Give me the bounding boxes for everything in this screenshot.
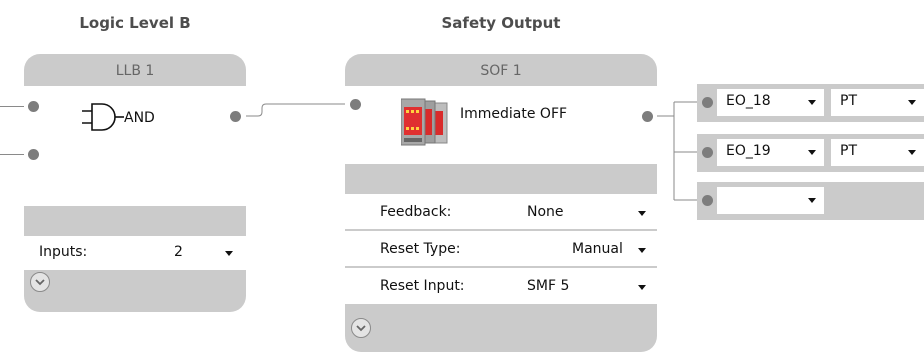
output-select-3[interactable] xyxy=(717,187,824,214)
output-row-1[interactable]: EO_18 PT xyxy=(697,84,924,122)
sof-body xyxy=(345,86,657,164)
dropdown-caret-icon[interactable] xyxy=(908,150,916,155)
safety-relay-icon xyxy=(401,98,448,146)
llb-title: LLB 1 xyxy=(115,63,155,79)
connection-wire-llb-sof xyxy=(240,103,355,117)
output-port-3[interactable] xyxy=(702,195,713,206)
sof-output-port[interactable] xyxy=(642,111,653,122)
logic-level-heading: Logic Level B xyxy=(79,14,191,32)
type-select-2[interactable]: PT xyxy=(831,139,924,166)
and-gate-icon xyxy=(82,103,124,131)
param-label: Reset Input: xyxy=(380,278,465,294)
dropdown-caret-icon[interactable] xyxy=(638,248,646,253)
param-value: SMF 5 xyxy=(527,278,570,294)
output-select-2[interactable]: EO_19 xyxy=(717,139,824,166)
dropdown-caret-icon[interactable] xyxy=(808,100,816,105)
sof-title: SOF 1 xyxy=(480,63,522,79)
type-select-1[interactable]: PT xyxy=(831,89,924,116)
param-label: Reset Type: xyxy=(380,241,461,257)
safety-output-heading: Safety Output xyxy=(441,14,561,32)
sof-param-reset-type[interactable]: Reset Type: Manual xyxy=(345,231,657,267)
dropdown-caret-icon[interactable] xyxy=(638,285,646,290)
llb-input-port-2[interactable] xyxy=(28,149,39,160)
dropdown-caret-icon[interactable] xyxy=(808,198,816,203)
sof-param-reset-input[interactable]: Reset Input: SMF 5 xyxy=(345,268,657,304)
llb-body xyxy=(24,86,246,206)
output-row-2[interactable]: EO_19 PT xyxy=(697,134,924,172)
sof-input-port[interactable] xyxy=(350,99,361,110)
param-value: Manual xyxy=(572,241,623,257)
output-value: EO_18 xyxy=(726,93,771,109)
inputs-label: Inputs: xyxy=(39,244,88,260)
param-label: Feedback: xyxy=(380,204,452,220)
dropdown-caret-icon[interactable] xyxy=(808,150,816,155)
output-row-3[interactable] xyxy=(697,182,924,220)
inputs-value: 2 xyxy=(174,244,183,260)
llb-block[interactable]: LLB 1 Inputs: 2 xyxy=(24,54,246,312)
dropdown-caret-icon[interactable] xyxy=(638,211,646,216)
sof-block[interactable]: SOF 1 Feedback: None Reset Type: Manual … xyxy=(345,54,657,352)
param-value: None xyxy=(527,204,564,220)
dropdown-caret-icon[interactable] xyxy=(225,251,233,256)
gate-label: AND xyxy=(124,110,155,126)
sof-mode-label: Immediate OFF xyxy=(460,106,568,122)
type-value: PT xyxy=(840,93,857,109)
dropdown-caret-icon[interactable] xyxy=(908,100,916,105)
llb-output-port[interactable] xyxy=(230,111,241,122)
expand-chevron-icon[interactable] xyxy=(351,318,371,338)
llb-input-port-1[interactable] xyxy=(28,101,39,112)
llb-inputs-row[interactable]: Inputs: 2 xyxy=(24,236,246,270)
output-port-1[interactable] xyxy=(702,97,713,108)
output-port-2[interactable] xyxy=(702,147,713,158)
type-value: PT xyxy=(840,143,857,159)
expand-chevron-icon[interactable] xyxy=(30,272,50,292)
output-select-1[interactable]: EO_18 xyxy=(717,89,824,116)
output-value: EO_19 xyxy=(726,143,771,159)
sof-param-feedback[interactable]: Feedback: None xyxy=(345,194,657,230)
